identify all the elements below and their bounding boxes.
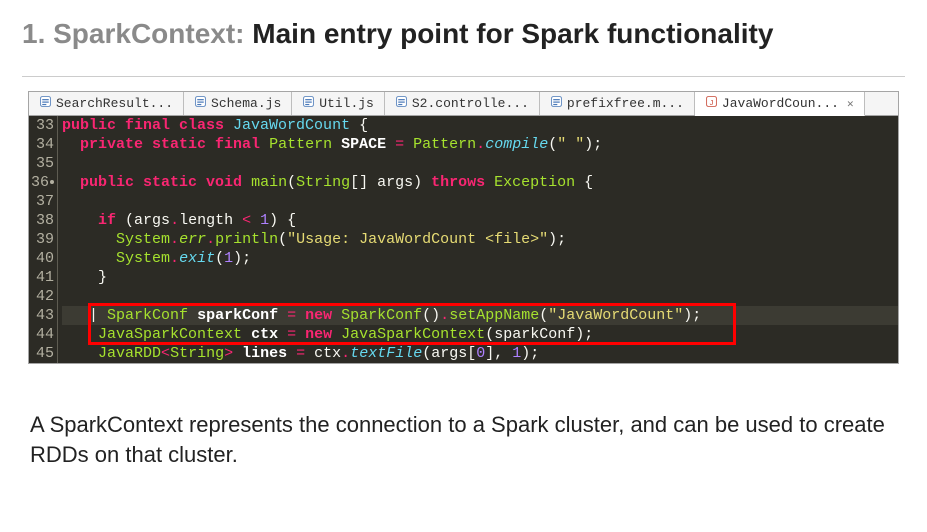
line-gutter: 33343536373839404142434445 (29, 116, 58, 363)
editor-tab[interactable]: Schema.js (184, 92, 292, 115)
code-line (62, 154, 898, 173)
code-line: } (62, 268, 898, 287)
divider (22, 76, 905, 77)
line-number: 33 (31, 116, 54, 135)
code-line: | SparkConf sparkConf = new SparkConf().… (62, 306, 898, 325)
code-line: if (args.length < 1) { (62, 211, 898, 230)
code-line: System.exit(1); (62, 249, 898, 268)
tab-label: JavaWordCoun... (722, 96, 839, 111)
editor-tab[interactable]: SearchResult... (29, 92, 184, 115)
heading-rest: Main entry point for Spark functionality (245, 18, 774, 49)
code-line (62, 287, 898, 306)
code-line: JavaSparkContext ctx = new JavaSparkCont… (62, 325, 898, 344)
editor-tab[interactable]: Util.js (292, 92, 385, 115)
file-icon (194, 95, 207, 112)
page-title: 1. SparkContext: Main entry point for Sp… (22, 18, 905, 50)
code-line: public final class JavaWordCount { (62, 116, 898, 135)
tab-label: SearchResult... (56, 96, 173, 111)
line-number: 36 (31, 173, 54, 192)
editor-tab[interactable]: J JavaWordCoun... ✕ (695, 92, 865, 116)
line-number: 42 (31, 287, 54, 306)
editor-tab[interactable]: prefixfree.m... (540, 92, 695, 115)
line-number: 41 (31, 268, 54, 287)
line-number: 38 (31, 211, 54, 230)
file-icon (302, 95, 315, 112)
file-icon: J (705, 95, 718, 112)
code-editor: SearchResult... Schema.js Util.js S2.contro… (28, 91, 899, 364)
line-number: 40 (31, 249, 54, 268)
code-line: System.err.println("Usage: JavaWordCount… (62, 230, 898, 249)
heading-prefix: 1. SparkContext: (22, 18, 245, 49)
line-number: 37 (31, 192, 54, 211)
line-number: 34 (31, 135, 54, 154)
code-body: public final class JavaWordCount { priva… (58, 116, 898, 363)
tab-label: S2.controlle... (412, 96, 529, 111)
code-area: 33343536373839404142434445 public final … (29, 116, 898, 363)
line-number: 35 (31, 154, 54, 173)
tab-label: prefixfree.m... (567, 96, 684, 111)
line-number: 44 (31, 325, 54, 344)
editor-tab-bar: SearchResult... Schema.js Util.js S2.contro… (29, 92, 898, 116)
close-icon[interactable]: ✕ (847, 97, 854, 111)
editor-tab[interactable]: S2.controlle... (385, 92, 540, 115)
description-text: A SparkContext represents the connection… (30, 410, 897, 469)
code-line: public static void main(String[] args) t… (62, 173, 898, 192)
line-number: 45 (31, 344, 54, 363)
file-icon (39, 95, 52, 112)
tab-label: Util.js (319, 96, 374, 111)
line-number: 43 (31, 306, 54, 325)
line-number: 39 (31, 230, 54, 249)
tab-label: Schema.js (211, 96, 281, 111)
code-line: private static final Pattern SPACE = Pat… (62, 135, 898, 154)
file-icon (550, 95, 563, 112)
code-line (62, 192, 898, 211)
svg-text:J: J (710, 98, 714, 107)
code-line: JavaRDD<String> lines = ctx.textFile(arg… (62, 344, 898, 363)
file-icon (395, 95, 408, 112)
